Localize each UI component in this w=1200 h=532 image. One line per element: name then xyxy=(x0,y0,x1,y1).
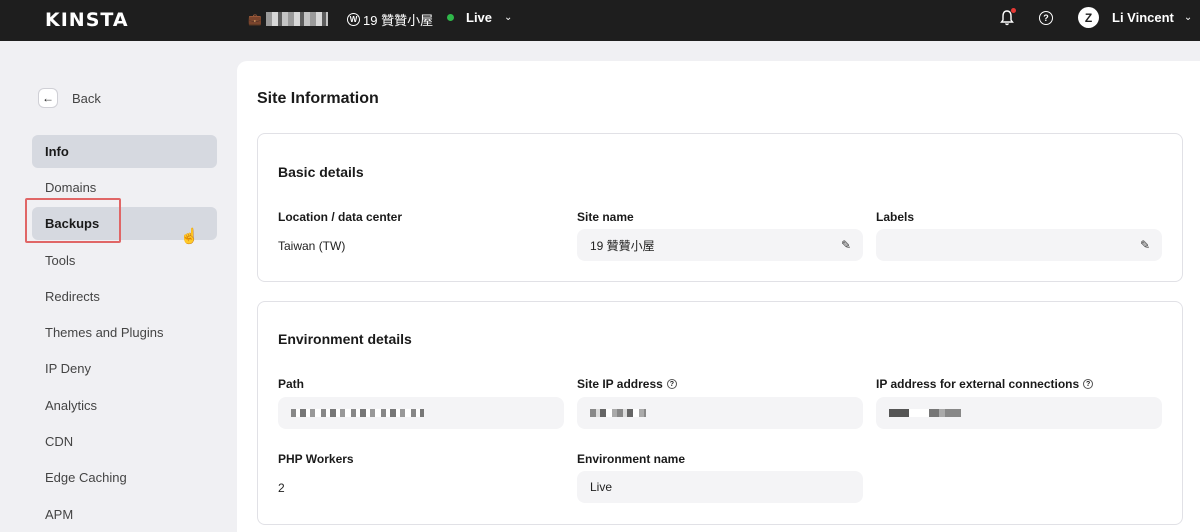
external-ip-value-redacted xyxy=(889,409,961,417)
question-circle-icon[interactable]: ? xyxy=(1083,379,1094,389)
environment-name-label: Environment name xyxy=(577,452,686,466)
top-navigation-bar: KINSTA 💼 W 19 贊贊小屋 Live ⌄ ? Z Li Vincent… xyxy=(0,0,1200,41)
question-circle-icon[interactable]: ? xyxy=(1039,11,1053,25)
chevron-down-icon: ⌄ xyxy=(1183,12,1193,23)
sidebar-item-cdn[interactable]: CDN xyxy=(32,425,217,458)
sidebar-item-redirects[interactable]: Redirects xyxy=(32,280,217,313)
site-ip-label: Site IP address ? xyxy=(577,377,677,391)
main-panel: Site Information Basic details Location … xyxy=(237,61,1200,532)
company-name-redacted xyxy=(265,12,328,26)
site-name: 19 贊贊小屋 xyxy=(363,13,434,28)
sidebar-item-apm[interactable]: APM xyxy=(32,498,217,531)
site-ip-value-redacted xyxy=(590,409,646,417)
hand-cursor-icon: ☝ xyxy=(180,228,199,245)
site-selector[interactable]: W 19 贊贊小屋 xyxy=(347,10,433,29)
page-title: Site Information xyxy=(257,90,379,107)
path-field xyxy=(278,397,564,429)
kinsta-logo[interactable]: KINSTA xyxy=(45,9,129,31)
location-label: Location / data center xyxy=(278,210,403,224)
environment-name: Live xyxy=(466,10,493,25)
user-menu[interactable]: Li Vincent ⌄ xyxy=(1112,10,1192,25)
notification-badge xyxy=(1011,8,1016,13)
path-label: Path xyxy=(278,377,305,391)
pencil-icon[interactable]: ✎ xyxy=(841,238,851,252)
question-circle-icon[interactable]: ? xyxy=(666,379,677,389)
sidebar-item-ip-deny[interactable]: IP Deny xyxy=(32,352,217,385)
sidebar-item-info[interactable]: Info xyxy=(32,135,217,168)
environment-details-card: Environment details Path Site IP address… xyxy=(257,301,1183,525)
user-name: Li Vincent xyxy=(1112,10,1174,25)
environment-details-title: Environment details xyxy=(278,331,412,347)
external-ip-label-text: IP address for external connections xyxy=(876,377,1080,391)
sidebar-item-analytics[interactable]: Analytics xyxy=(32,389,217,422)
site-name-label: Site name xyxy=(577,210,634,224)
briefcase-icon: 💼 xyxy=(248,13,262,26)
php-workers-value: 2 xyxy=(278,481,285,495)
pencil-icon[interactable]: ✎ xyxy=(1140,238,1150,252)
wordpress-icon: W xyxy=(347,13,360,26)
site-name-field[interactable]: 19 贊贊小屋 ✎ xyxy=(577,229,863,261)
sidebar-item-tools[interactable]: Tools xyxy=(32,244,217,277)
basic-details-card: Basic details Location / data center Tai… xyxy=(257,133,1183,282)
site-ip-label-text: Site IP address xyxy=(577,377,663,391)
highlight-annotation xyxy=(25,198,121,243)
company-selector[interactable]: 💼 xyxy=(248,12,328,26)
arrow-left-icon[interactable]: ← xyxy=(38,88,58,108)
basic-details-title: Basic details xyxy=(278,164,364,180)
environment-name-field: Live xyxy=(577,471,863,503)
environment-name-value: Live xyxy=(590,480,613,494)
avatar[interactable]: Z xyxy=(1078,7,1099,28)
path-value-redacted xyxy=(291,409,424,417)
location-value: Taiwan (TW) xyxy=(278,239,346,253)
environment-selector[interactable]: Live ⌄ xyxy=(447,10,512,25)
back-link[interactable]: ← Back xyxy=(38,88,101,108)
sidebar-item-themes-plugins[interactable]: Themes and Plugins xyxy=(32,316,217,349)
labels-label: Labels xyxy=(876,210,915,224)
site-name-value: 19 贊贊小屋 xyxy=(590,238,655,253)
external-ip-field xyxy=(876,397,1162,429)
chevron-down-icon: ⌄ xyxy=(504,12,513,23)
labels-field[interactable]: ✎ xyxy=(876,229,1162,261)
external-ip-label: IP address for external connections ? xyxy=(876,377,1094,391)
site-ip-field xyxy=(577,397,863,429)
php-workers-label: PHP Workers xyxy=(278,452,354,466)
sidebar-item-edge-caching[interactable]: Edge Caching xyxy=(32,461,217,494)
live-status-dot xyxy=(447,14,454,21)
back-label: Back xyxy=(72,90,101,106)
